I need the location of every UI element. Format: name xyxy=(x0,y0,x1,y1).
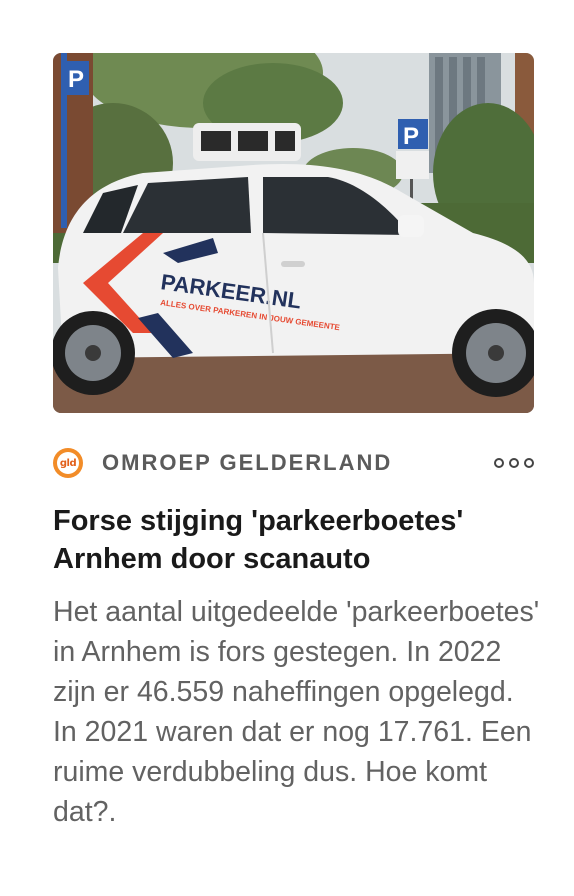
svg-text:P: P xyxy=(68,66,84,93)
article-summary: Het aantal uitgedeelde 'parkeerboetes' i… xyxy=(53,596,540,828)
more-horizontal-icon xyxy=(494,458,504,468)
article-image[interactable]: P P PARKEER.NL ALLES OVER PARKEREN IN JO… xyxy=(53,53,534,413)
source-logo[interactable]: gld xyxy=(53,448,83,478)
source-row: gld OMROEP GELDERLAND xyxy=(53,446,534,480)
more-horizontal-icon xyxy=(509,458,519,468)
source-name[interactable]: OMROEP GELDERLAND xyxy=(102,450,494,476)
svg-text:P: P xyxy=(403,123,419,150)
more-options-button[interactable] xyxy=(494,454,534,472)
source-logo-text: gld xyxy=(57,452,79,474)
car-photo: P P PARKEER.NL ALLES OVER PARKEREN IN JO… xyxy=(53,53,534,413)
article-headline[interactable]: Forse stijging 'parkeerboetes' Arnhem do… xyxy=(53,502,543,578)
news-card[interactable]: P P PARKEER.NL ALLES OVER PARKEREN IN JO… xyxy=(0,0,574,896)
more-horizontal-icon xyxy=(524,458,534,468)
